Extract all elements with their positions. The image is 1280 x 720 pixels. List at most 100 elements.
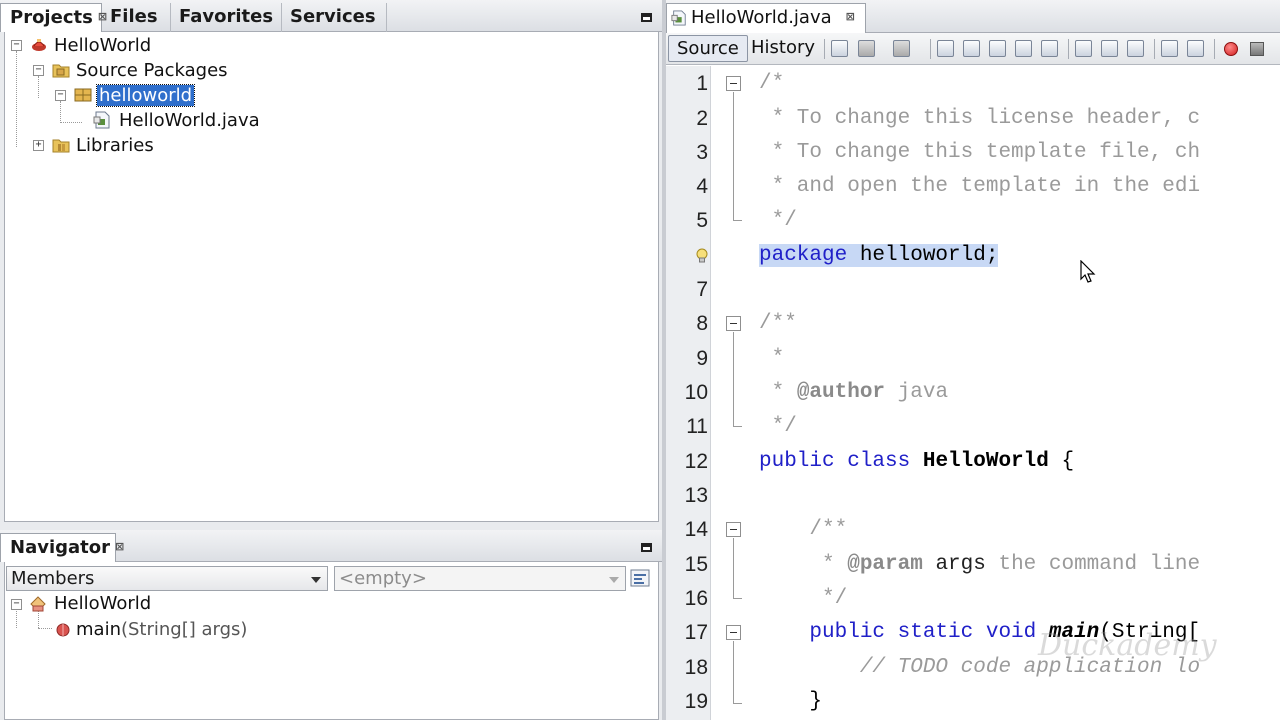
fold-guide	[733, 703, 742, 704]
shift-left-icon[interactable]	[1161, 40, 1178, 57]
code-line-package: package helloworld;	[759, 239, 999, 273]
tab-source-label: Source	[677, 38, 739, 59]
navigator-body: Members <empty> − HelloWorld main (Strin…	[4, 562, 659, 720]
tab-history[interactable]: History	[743, 35, 823, 62]
line-number: 17	[684, 621, 708, 644]
fold-guide	[733, 641, 734, 703]
tab-navigator-label: Navigator	[10, 537, 110, 558]
fold-toggle[interactable]	[726, 522, 741, 537]
lightbulb-hint-icon[interactable]	[696, 248, 708, 264]
editor-panel: HelloWorld.java ⊠ Source History 1 2 3 4 …	[666, 0, 1280, 720]
previous-bookmark-icon[interactable]	[1075, 40, 1092, 57]
toggle-bookmark-icon[interactable]	[1127, 40, 1144, 57]
watermark-logo: Duckademy	[1038, 628, 1217, 663]
tab-services[interactable]: Services	[281, 3, 387, 32]
collapse-toggle[interactable]: −	[33, 65, 44, 76]
projects-tree: − HelloWorld − Source Packages − hellowo…	[4, 32, 659, 522]
tab-navigator[interactable]: Navigator ⊠	[0, 533, 124, 562]
code-line: * To change this template file, ch	[759, 141, 1201, 164]
forward-icon[interactable]	[893, 40, 910, 57]
navigator-item-method[interactable]: main (String[] args)	[76, 617, 247, 641]
fold-toggle[interactable]	[726, 316, 741, 331]
code-line: * and open the template in the edi	[759, 175, 1201, 198]
line-number: 12	[684, 450, 708, 473]
tree-item-java-file[interactable]: HelloWorld.java	[119, 108, 260, 132]
stop-macro-icon[interactable]	[1250, 42, 1264, 56]
back-icon[interactable]	[858, 40, 875, 57]
tree-item-project[interactable]: HelloWorld	[54, 33, 151, 57]
collapse-toggle[interactable]: −	[11, 599, 22, 610]
keyword: public class	[759, 450, 911, 473]
code-area[interactable]: /* * To change this license header, c * …	[753, 66, 1280, 720]
shift-right-icon[interactable]	[1187, 40, 1204, 57]
tree-item-label: helloworld	[95, 83, 196, 107]
code-text: java	[885, 381, 949, 404]
navigator-item-label: main	[76, 618, 121, 640]
code-line: }	[759, 690, 823, 713]
tree-item-libraries[interactable]: Libraries	[76, 133, 154, 157]
editor-tabbar: HelloWorld.java ⊠	[666, 0, 1280, 33]
code-line: */	[759, 415, 797, 438]
filter-dropdown[interactable]: <empty>	[334, 566, 626, 591]
tree-connector	[38, 76, 39, 98]
toggle-rect-select-icon[interactable]	[1041, 40, 1058, 57]
find-icon[interactable]	[937, 40, 954, 57]
code-line-class: public class HelloWorld {	[759, 445, 1074, 479]
next-bookmark-icon[interactable]	[1101, 40, 1118, 57]
source-folder-icon	[52, 64, 70, 78]
collapse-toggle[interactable]: −	[11, 40, 22, 51]
project-icon	[32, 39, 46, 51]
close-icon[interactable]: ⊠	[115, 540, 124, 553]
fold-toggle[interactable]	[726, 76, 741, 91]
last-edit-icon[interactable]	[831, 40, 848, 57]
code-line: *	[759, 347, 785, 370]
collapse-toggle[interactable]: −	[55, 90, 66, 101]
line-number: 16	[684, 587, 708, 610]
tab-projects[interactable]: Projects ⊠	[0, 3, 107, 32]
chevron-down-icon	[609, 577, 619, 583]
members-dropdown-value: Members	[11, 568, 95, 589]
navigator-panel: Navigator ⊠ Members <empty> − HelloWorld…	[0, 530, 662, 720]
code-line: * To change this license header, c	[759, 107, 1201, 130]
fold-guide	[733, 92, 734, 220]
members-dropdown[interactable]: Members	[6, 566, 328, 591]
code-line: /*	[759, 72, 785, 95]
tree-connector	[60, 101, 61, 123]
line-number: 2	[696, 107, 708, 130]
expand-toggle[interactable]: +	[33, 140, 44, 151]
record-macro-icon[interactable]	[1224, 42, 1238, 56]
libraries-folder-icon	[52, 139, 70, 153]
tab-helloworld-java[interactable]: HelloWorld.java ⊠	[666, 3, 866, 33]
tab-favorites-label: Favorites	[179, 6, 274, 27]
tree-item-package[interactable]: helloworld	[95, 83, 196, 107]
tree-item-source-packages[interactable]: Source Packages	[76, 58, 228, 82]
tree-connector	[16, 51, 17, 147]
line-number: 10	[684, 381, 708, 404]
line-number: 4	[696, 175, 708, 198]
tab-favorites[interactable]: Favorites	[170, 3, 282, 32]
minimize-icon[interactable]	[641, 543, 652, 552]
line-number: 3	[696, 141, 708, 164]
find-next-icon[interactable]	[989, 40, 1006, 57]
java-file-icon	[671, 10, 686, 26]
tree-item-label: Libraries	[76, 134, 154, 156]
filter-dropdown-value: <empty>	[339, 568, 427, 589]
line-number: 19	[684, 690, 708, 713]
close-icon[interactable]: ⊠	[846, 10, 855, 23]
navigator-item-class[interactable]: HelloWorld	[54, 591, 151, 615]
line-number: 1	[696, 72, 708, 95]
left-panels: Projects ⊠ Files Favorites Services − Hel…	[0, 0, 662, 720]
fold-toggle[interactable]	[726, 625, 741, 640]
tab-source[interactable]: Source	[668, 35, 748, 62]
navigator-item-label: HelloWorld	[54, 592, 152, 614]
find-previous-icon[interactable]	[963, 40, 980, 57]
toggle-highlight-icon[interactable]	[1015, 40, 1032, 57]
line-number-gutter: 1 2 3 4 5 7 8 9 10 11 12 13 14 15 16 17 …	[666, 66, 711, 720]
filter-settings-icon[interactable]	[630, 568, 650, 588]
tree-connector	[16, 608, 17, 628]
line-number: 7	[696, 278, 708, 301]
tab-files[interactable]: Files	[101, 3, 171, 32]
minimize-icon[interactable]	[641, 13, 652, 22]
chevron-down-icon	[311, 577, 321, 583]
